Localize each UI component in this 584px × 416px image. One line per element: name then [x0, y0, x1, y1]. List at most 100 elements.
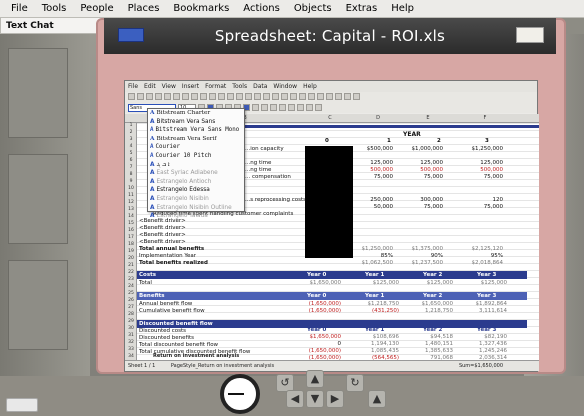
- cell-value[interactable]: 95%: [455, 253, 503, 260]
- row-header[interactable]: 14: [125, 214, 137, 219]
- row-header[interactable]: 27: [125, 305, 137, 310]
- row-header[interactable]: 1: [125, 123, 137, 128]
- font-option[interactable]: A Estrangelo Edessa: [148, 186, 244, 195]
- cell-value[interactable]: (431,250): [353, 308, 399, 315]
- row-header[interactable]: 31: [125, 333, 137, 338]
- format-paintbrush-icon[interactable]: [245, 93, 252, 100]
- app-menu-edit[interactable]: Edit: [144, 81, 156, 92]
- row-header[interactable]: 11: [125, 193, 137, 198]
- cell-value[interactable]: 0: [295, 341, 342, 348]
- row-header[interactable]: 15: [125, 221, 137, 226]
- font-option[interactable]: A Estrangelo Talada: [148, 212, 244, 221]
- rotate-right-icon[interactable]: ↻: [346, 374, 364, 392]
- row-header[interactable]: 10: [125, 186, 137, 191]
- cell-value[interactable]: $1,650,000: [295, 334, 342, 341]
- font-option[interactable]: A Estrangelo Nisibin Outline: [148, 204, 244, 213]
- menu-extras[interactable]: Extras: [339, 0, 385, 18]
- font-option[interactable]: A Courier: [148, 143, 244, 152]
- menu-tools[interactable]: Tools: [35, 0, 74, 18]
- cell-value[interactable]: $125,000: [461, 280, 507, 287]
- cut-icon[interactable]: [218, 93, 225, 100]
- row-header[interactable]: 19: [125, 249, 137, 254]
- currency-icon[interactable]: [261, 104, 268, 111]
- cell-value[interactable]: $108,696: [353, 334, 399, 341]
- cell-value[interactable]: 1,385,633: [407, 348, 453, 355]
- sort-asc-icon[interactable]: [281, 93, 288, 100]
- font-option[interactable]: A Bitstream Charter: [148, 109, 244, 118]
- zoom-icon[interactable]: [344, 93, 351, 100]
- row-header[interactable]: 2: [125, 130, 137, 135]
- move-left-icon[interactable]: ◀: [286, 390, 304, 408]
- cell-value[interactable]: $1,237,500: [397, 260, 444, 267]
- roi-tab[interactable]: Return on investment analysis: [153, 351, 239, 362]
- app-menu-file[interactable]: File: [128, 81, 138, 92]
- percent-icon[interactable]: [270, 104, 277, 111]
- cell-value[interactable]: 1,194,130: [353, 341, 399, 348]
- cell-value[interactable]: 50,000: [357, 204, 393, 211]
- row-header[interactable]: 20: [125, 256, 137, 261]
- justify-icon[interactable]: [252, 104, 259, 111]
- app-menu-format[interactable]: Format: [205, 81, 226, 92]
- mail-icon[interactable]: [155, 93, 162, 100]
- cell-value[interactable]: $1,650,000: [407, 301, 454, 308]
- find-icon[interactable]: [317, 93, 324, 100]
- autospell-icon[interactable]: [209, 93, 216, 100]
- cell-value[interactable]: $1,250,000: [455, 146, 504, 153]
- row-header[interactable]: 5: [125, 151, 137, 156]
- cell-value[interactable]: 125,000: [397, 160, 443, 167]
- navigator-icon[interactable]: [326, 93, 333, 100]
- sort-desc-icon[interactable]: [290, 93, 297, 100]
- menu-help[interactable]: Help: [384, 0, 421, 18]
- row-header[interactable]: 12: [125, 200, 137, 205]
- cell-value[interactable]: 250,000: [357, 197, 393, 204]
- cell-value[interactable]: 1,480,151: [407, 341, 453, 348]
- edit-icon[interactable]: [164, 93, 171, 100]
- app-menu-help[interactable]: Help: [303, 81, 317, 92]
- row-header[interactable]: 23: [125, 277, 137, 282]
- cell-value[interactable]: $1,000,000: [397, 146, 444, 153]
- move-up-icon[interactable]: ▲: [306, 370, 324, 388]
- menu-actions[interactable]: Actions: [236, 0, 287, 18]
- menu-bookmarks[interactable]: Bookmarks: [166, 0, 236, 18]
- cell-value[interactable]: $1,250,000: [357, 246, 394, 253]
- preview-icon[interactable]: [191, 93, 198, 100]
- keyboard-icon[interactable]: [6, 398, 38, 412]
- column-header[interactable]: E: [401, 114, 455, 123]
- row-header[interactable]: 29: [125, 319, 137, 324]
- window-control-button[interactable]: [118, 28, 144, 42]
- new-icon[interactable]: [128, 93, 135, 100]
- menu-file[interactable]: File: [4, 0, 35, 18]
- open-icon[interactable]: [137, 93, 144, 100]
- menu-people[interactable]: People: [73, 0, 120, 18]
- export-pdf-icon[interactable]: [173, 93, 180, 100]
- gallery-icon[interactable]: [335, 93, 342, 100]
- cell-value[interactable]: $2,018,864: [455, 260, 504, 267]
- cell-value[interactable]: (1,650,000): [295, 308, 341, 315]
- row-header[interactable]: 7: [125, 165, 137, 170]
- move-right-icon[interactable]: ▶: [326, 390, 344, 408]
- cell-value[interactable]: 85%: [357, 253, 393, 260]
- cell-value[interactable]: 3,111,614: [461, 308, 507, 315]
- cell-value[interactable]: $94,518: [407, 334, 453, 341]
- cell-value[interactable]: $125,000: [353, 280, 399, 287]
- window-titlebar[interactable]: Spreadsheet: Capital - ROI.xls: [104, 18, 556, 54]
- cell-value[interactable]: 75,000: [357, 174, 393, 181]
- fly-up-icon[interactable]: ▲: [368, 390, 386, 408]
- row-header[interactable]: 30: [125, 326, 137, 331]
- row-header[interactable]: 3: [125, 137, 137, 142]
- app-menu-window[interactable]: Window: [273, 81, 297, 92]
- row-header[interactable]: 4: [125, 144, 137, 149]
- row-header[interactable]: 21: [125, 263, 137, 268]
- row-header[interactable]: 22: [125, 270, 137, 275]
- cell-value[interactable]: 120: [455, 197, 504, 204]
- cell-value[interactable]: $1,062,500: [357, 260, 394, 267]
- app-menu-insert[interactable]: Insert: [182, 81, 199, 92]
- spellcheck-icon[interactable]: [200, 93, 207, 100]
- cell-value[interactable]: $1,375,000: [397, 246, 444, 253]
- cell-value[interactable]: 125,000: [455, 160, 503, 167]
- cell-value[interactable]: 1,327,436: [461, 341, 507, 348]
- row-header[interactable]: 33: [125, 347, 137, 352]
- border-icon[interactable]: [297, 104, 304, 111]
- row-header[interactable]: 16: [125, 228, 137, 233]
- font-option[interactable]: Aܐ ܒ ܓ: [148, 161, 244, 170]
